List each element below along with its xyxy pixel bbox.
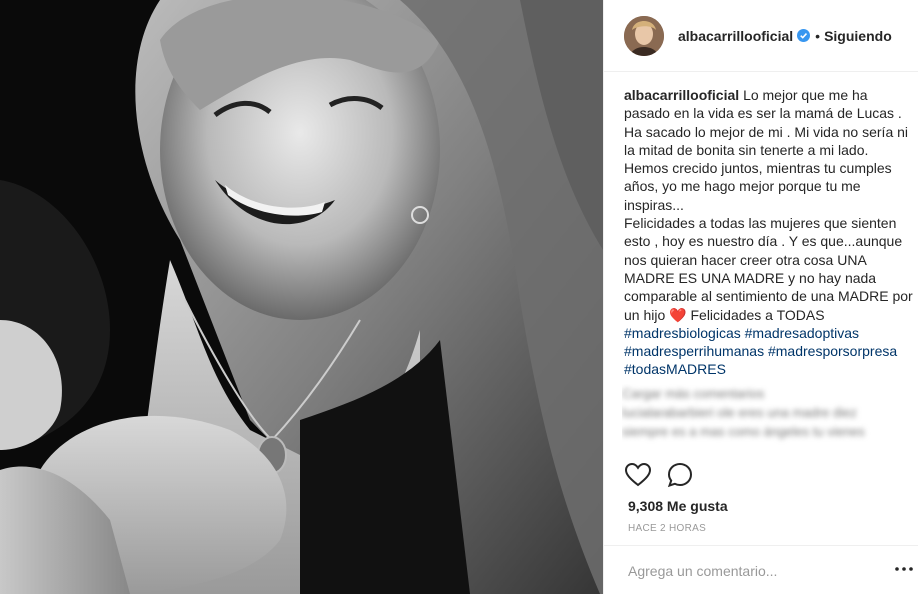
post-caption: albacarrillooficial Lo mejor que me ha p…: [624, 86, 914, 379]
blurred-comments: Cargar más comentarios lucialarabarbieri…: [622, 384, 917, 448]
load-more-comments[interactable]: Cargar más comentarios: [622, 384, 917, 403]
post-timestamp[interactable]: HACE 2 HORAS: [628, 523, 706, 534]
hashtag-link[interactable]: #todasMADRES: [624, 361, 726, 377]
post-actions: [624, 461, 708, 489]
caption-username[interactable]: albacarrillooficial: [624, 87, 739, 103]
avatar[interactable]: [624, 15, 664, 56]
comment-item: siempre es a mas como ángeles tu vienes: [622, 424, 865, 439]
avatar-image: [624, 15, 664, 56]
header-separator: •: [815, 27, 821, 44]
likes-count[interactable]: 9,308 Me gusta: [628, 498, 728, 514]
post-photo-image: [0, 0, 603, 594]
add-comment-section: [604, 545, 918, 594]
caption-text-1: Lo mejor que me ha pasado en la vida es …: [624, 87, 909, 213]
instagram-post: albacarrillooficial • Siguiendo albacarr…: [0, 0, 918, 594]
comment-item: lucialarabarbieri ole eres una madre die…: [622, 405, 857, 420]
caption-text-3: Felicidades a TODAS: [686, 306, 825, 323]
post-sidebar: albacarrillooficial • Siguiendo albacarr…: [603, 0, 918, 594]
post-photo[interactable]: [0, 0, 603, 594]
following-button[interactable]: Siguiendo: [824, 28, 892, 44]
hashtag-link[interactable]: #madresporsorpresa: [768, 343, 897, 359]
verified-badge-icon: [797, 29, 811, 42]
hashtag-link[interactable]: #madresadoptivas: [745, 325, 859, 341]
hashtag-link[interactable]: #madresbiologicas: [624, 325, 741, 341]
comment-bubble-icon[interactable]: [666, 461, 694, 489]
heart-emoji-icon: ❤️: [669, 306, 687, 323]
heart-outline-icon[interactable]: [624, 461, 652, 489]
hashtag-link[interactable]: #madresperrihumanas: [624, 343, 764, 359]
comment-input[interactable]: [628, 560, 888, 582]
post-header: albacarrillooficial • Siguiendo: [604, 0, 918, 72]
header-username[interactable]: albacarrillooficial: [678, 28, 793, 44]
more-options-icon[interactable]: [893, 558, 915, 580]
